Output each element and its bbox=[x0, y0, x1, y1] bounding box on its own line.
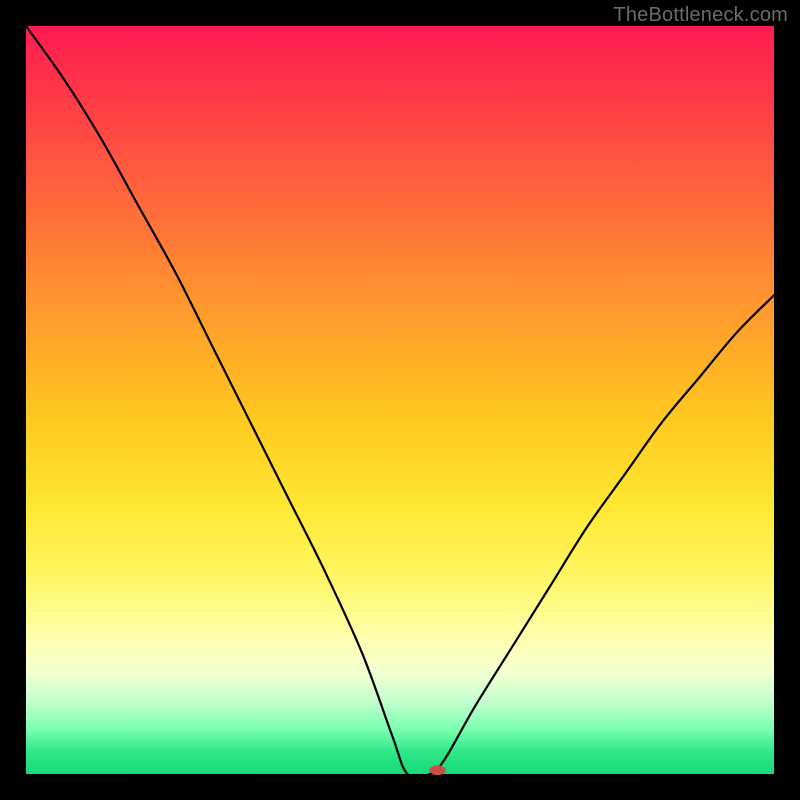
minimum-marker bbox=[429, 765, 445, 775]
curve-line bbox=[26, 26, 774, 777]
chart-overlay bbox=[26, 26, 774, 774]
chart-container: TheBottleneck.com bbox=[0, 0, 800, 800]
watermark-text: TheBottleneck.com bbox=[613, 4, 788, 27]
